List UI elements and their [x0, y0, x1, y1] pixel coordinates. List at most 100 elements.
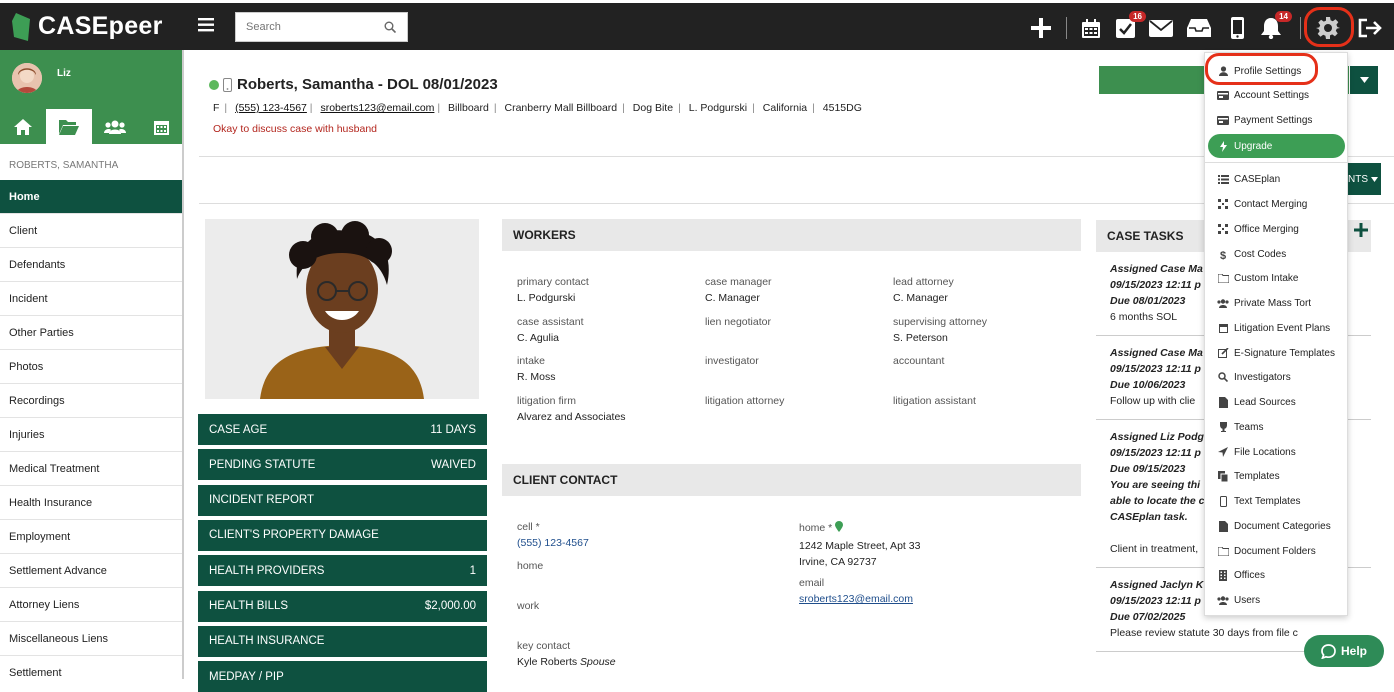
menu-item-text-templates[interactable]: Text Templates	[1205, 489, 1349, 513]
notifications-bell-icon[interactable]: 14	[1258, 11, 1292, 41]
stat-row[interactable]: Incident Report	[198, 484, 487, 516]
client-photo[interactable]	[205, 219, 479, 399]
hamburger-menu-icon[interactable]	[198, 18, 214, 35]
list-icon	[1217, 174, 1229, 184]
folder-icon	[1217, 546, 1229, 556]
sidebar-item-miscellaneous-liens[interactable]: Miscellaneous Liens	[0, 622, 182, 656]
folder-icon	[1217, 273, 1229, 283]
menu-item-label: CASEplan	[1234, 173, 1281, 185]
sidebar-item-defendants[interactable]: Defendants	[0, 248, 182, 282]
menu-item-teams[interactable]: Teams	[1205, 415, 1349, 439]
stat-label: Health Providers	[209, 564, 325, 577]
menu-item-custom-intake[interactable]: Custom Intake	[1205, 266, 1349, 290]
menu-item-contact-merging[interactable]: Contact Merging	[1205, 192, 1349, 216]
dollar-icon: $	[1217, 249, 1229, 260]
documents-dropdown-button[interactable]: NTS	[1346, 163, 1381, 195]
menu-item-litigation-event-plans[interactable]: Litigation Event Plans	[1205, 316, 1349, 340]
menu-divider	[1205, 162, 1349, 163]
client-email-link[interactable]: sroberts123@email.com	[799, 593, 913, 605]
tab-case-folder[interactable]	[46, 109, 92, 144]
logo-leaf-icon	[12, 12, 30, 41]
sidebar-item-photos[interactable]: Photos	[0, 350, 182, 384]
menu-item-label: Document Folders	[1234, 545, 1316, 557]
credit-card-icon	[1217, 90, 1229, 100]
menu-item-label: Users	[1234, 594, 1261, 606]
stat-row[interactable]: Health Insurance	[198, 625, 487, 657]
sidebar-item-settlement-advance[interactable]: Settlement Advance	[0, 554, 182, 588]
settings-gear-icon[interactable]	[1315, 15, 1341, 41]
client-email-link[interactable]: sroberts123@email.com	[320, 102, 434, 114]
menu-item-private-mass-tort[interactable]: Private Mass Tort	[1205, 291, 1349, 315]
stat-row[interactable]: Case Age 11 days	[198, 414, 487, 445]
stat-value: $2,000.00	[424, 600, 476, 612]
client-phone-link[interactable]: (555) 123-4567	[235, 102, 307, 114]
stat-row[interactable]: Pending Statute Waived	[198, 449, 487, 481]
sidebar-item-client[interactable]: Client	[0, 214, 182, 248]
search-icon[interactable]	[384, 21, 396, 33]
logout-icon[interactable]	[1357, 15, 1383, 41]
stat-row[interactable]: Client's Property Damage	[198, 519, 487, 551]
building-icon	[1217, 569, 1229, 581]
sidebar-item-medical-treatment[interactable]: Medical Treatment	[0, 452, 182, 486]
mobile-phone-icon[interactable]	[1224, 15, 1250, 41]
document-icon	[1217, 396, 1229, 408]
cell-phone-link[interactable]: (555) 123-4567	[517, 537, 589, 549]
sidebar-item-incident[interactable]: Incident	[0, 282, 182, 316]
worker-field: intake R. Moss	[517, 355, 556, 383]
worker-role-label: litigation firm	[517, 395, 576, 408]
user-avatar[interactable]	[12, 63, 42, 93]
menu-item-investigators[interactable]: Investigators	[1205, 365, 1349, 389]
sidebar-item-settlement[interactable]: Settlement	[0, 656, 182, 679]
sidebar-item-other-parties[interactable]: Other Parties	[0, 316, 182, 350]
email-field: email sroberts123@email.com	[799, 577, 913, 605]
worker-name: L. Podgurski	[517, 292, 576, 304]
sidebar-item-injuries[interactable]: Injuries	[0, 418, 182, 452]
header-action-dropdown[interactable]	[1350, 66, 1378, 94]
inbox-tray-icon[interactable]	[1186, 15, 1212, 41]
menu-item-caseplan[interactable]: CASEplan	[1205, 167, 1349, 191]
worker-role-label: litigation attorney	[705, 395, 785, 408]
menu-item-users[interactable]: Users	[1205, 588, 1349, 612]
case-code: 4515DG	[822, 102, 862, 114]
add-plus-icon[interactable]	[1028, 15, 1054, 41]
menu-item-label: E-Signature Templates	[1234, 347, 1335, 359]
menu-item-payment-settings[interactable]: Payment Settings	[1205, 108, 1349, 132]
menu-item-e-signature-templates[interactable]: E-Signature Templates	[1205, 341, 1349, 365]
calendar-icon[interactable]	[1078, 15, 1104, 41]
location-arrow-icon	[1217, 447, 1229, 457]
sidebar-item-attorney-liens[interactable]: Attorney Liens	[0, 588, 182, 622]
sidebar-item-health-insurance[interactable]: Health Insurance	[0, 486, 182, 520]
menu-item-document-categories[interactable]: Document Categories	[1205, 514, 1349, 538]
menu-item-templates[interactable]: Templates	[1205, 464, 1349, 488]
menu-item-cost-codes[interactable]: $ Cost Codes	[1205, 242, 1349, 266]
tab-home[interactable]	[0, 109, 46, 144]
sidebar-case-name: ROBERTS, SAMANTHA	[9, 160, 119, 171]
menu-item-offices[interactable]: Offices	[1205, 563, 1349, 587]
menu-item-lead-sources[interactable]: Lead Sources	[1205, 390, 1349, 414]
stat-row[interactable]: Medpay / PIP	[198, 661, 487, 692]
worker-name: C. Agulia	[517, 331, 560, 344]
tasks-check-icon[interactable]: 16	[1112, 11, 1146, 41]
menu-item-document-folders[interactable]: Document Folders	[1205, 539, 1349, 563]
menu-item-file-locations[interactable]: File Locations	[1205, 440, 1349, 464]
add-task-plus-icon[interactable]	[1354, 223, 1368, 240]
casepeer-logo[interactable]: CASEpeer	[12, 12, 163, 41]
sidebar-item-home[interactable]: Home	[0, 180, 182, 214]
svg-text:$: $	[1220, 250, 1226, 260]
map-pin-icon[interactable]	[835, 521, 844, 532]
tab-calendar[interactable]	[138, 109, 182, 144]
sidebar-item-employment[interactable]: Employment	[0, 520, 182, 554]
stat-row[interactable]: Health Bills $2,000.00	[198, 590, 487, 622]
menu-item-label: Account Settings	[1234, 89, 1310, 101]
menu-item-account-settings[interactable]: Account Settings	[1205, 83, 1349, 107]
help-button[interactable]: Help	[1304, 635, 1384, 667]
menu-item-office-merging[interactable]: Office Merging	[1205, 217, 1349, 241]
search-input[interactable]	[236, 13, 376, 41]
worker-field: investigator	[705, 355, 759, 371]
mail-icon[interactable]	[1148, 15, 1174, 41]
chat-bubble-icon	[1321, 643, 1336, 659]
menu-item-upgrade[interactable]: Upgrade	[1208, 134, 1345, 158]
sidebar-item-recordings[interactable]: Recordings	[0, 384, 182, 418]
stat-row[interactable]: Health Providers 1	[198, 555, 487, 587]
tab-contacts[interactable]	[92, 109, 138, 144]
